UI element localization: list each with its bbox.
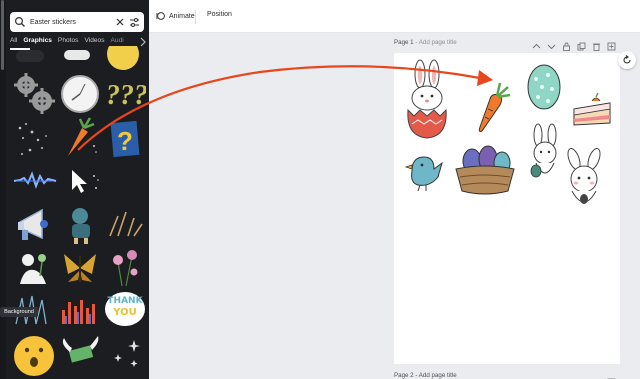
refresh-icon: [623, 55, 631, 64]
page-2-lock-icon[interactable]: [562, 372, 571, 379]
sticker-partial-white[interactable]: [58, 50, 96, 66]
sticker-sparkle-dots-icon[interactable]: [12, 118, 56, 162]
sticker-flying-money-icon[interactable]: [58, 334, 102, 374]
thank-you-line1: THANK: [107, 296, 143, 306]
carrot-sticker[interactable]: [474, 79, 514, 135]
sticker-equalizer-icon[interactable]: [58, 292, 102, 328]
sticker-sound-wave-icon[interactable]: [12, 164, 58, 198]
page-1-canvas[interactable]: [394, 53, 620, 364]
sticker-pink-flowers-icon[interactable]: [104, 246, 146, 290]
sticker-surprised-emoji-icon[interactable]: [12, 332, 56, 379]
sticker-question-card-icon[interactable]: ?: [106, 118, 144, 160]
sticker-gears-icon[interactable]: [12, 72, 56, 116]
page-1-title-input[interactable]: Add page title: [419, 39, 457, 46]
tab-videos[interactable]: Videos: [84, 37, 104, 49]
editor-window: Easter stickers All Graphics Photos Vide…: [0, 0, 640, 379]
sticker-moon-icon[interactable]: [104, 46, 142, 72]
page-1-tools: [532, 38, 616, 51]
sticker-carrot-icon[interactable]: [60, 116, 100, 160]
sticker-thank-you[interactable]: THANK YOU: [104, 290, 146, 328]
filter-icon[interactable]: [129, 17, 140, 28]
move-down-icon[interactable]: [547, 38, 556, 50]
sticker-partial-dark[interactable]: [12, 50, 50, 66]
page-2-move-up-icon[interactable]: [532, 372, 541, 379]
page-2-delete-icon[interactable]: [592, 372, 601, 379]
page-2-title: Page 2: [394, 372, 414, 379]
position-label: Position: [207, 11, 232, 18]
search-icon: [14, 16, 25, 27]
position-button[interactable]: Position: [207, 11, 232, 18]
sticker-megaphone-icon[interactable]: [12, 202, 56, 246]
sticker-character-icon[interactable]: [60, 202, 102, 246]
sticker-stars-icon[interactable]: [104, 334, 146, 374]
cake-slice-sticker[interactable]: [570, 93, 614, 129]
page-2-duplicate-icon[interactable]: [577, 372, 586, 379]
page-2-title-input[interactable]: Add page title: [419, 372, 457, 379]
svg-text:?: ?: [117, 126, 133, 156]
toolbar-divider: [195, 10, 196, 24]
tab-photos[interactable]: Photos: [58, 37, 79, 49]
duplicate-page-icon[interactable]: [577, 38, 586, 51]
patterned-egg-sticker[interactable]: [526, 61, 562, 111]
animate-button[interactable]: Animate: [155, 11, 195, 21]
search-box[interactable]: Easter stickers: [10, 12, 144, 32]
easter-basket-sticker[interactable]: [452, 141, 518, 197]
bunny-sticker[interactable]: [560, 147, 608, 213]
sticker-question-marks-icon[interactable]: ???: [104, 76, 146, 112]
sticker-flower-girl-icon[interactable]: [12, 246, 56, 290]
background-tooltip: Background: [0, 307, 38, 317]
delete-page-icon[interactable]: [592, 38, 601, 51]
clear-search-icon[interactable]: [115, 17, 125, 27]
move-up-icon[interactable]: [532, 38, 541, 49]
bluebird-sticker[interactable]: [404, 151, 444, 191]
page-1-title: Page 1: [394, 39, 414, 46]
sticker-brushstrokes-icon[interactable]: [104, 202, 146, 246]
bunny-in-egg-sticker[interactable]: [402, 58, 450, 140]
animate-label: Animate: [169, 12, 195, 20]
elements-panel: Easter stickers All Graphics Photos Vide…: [6, 0, 149, 379]
lock-icon[interactable]: [562, 38, 571, 51]
bunny-holding-egg-sticker[interactable]: [526, 123, 564, 185]
scrollbar-thumb[interactable]: [1, 0, 4, 70]
sticker-butterfly-icon[interactable]: [58, 246, 102, 290]
sticker-cursor-icon[interactable]: [66, 166, 106, 194]
search-input[interactable]: Easter stickers: [30, 19, 115, 26]
sticker-clock-icon[interactable]: [58, 72, 102, 116]
page-1-header: Page 1 - Add page title: [394, 39, 457, 46]
add-page-icon[interactable]: [607, 38, 616, 51]
page-2-move-down-icon[interactable]: [547, 372, 556, 379]
page-2-tools: [532, 372, 616, 379]
editor-toolbar: Animate Position: [149, 0, 640, 33]
thank-you-line2: YOU: [113, 307, 137, 318]
page-2-header: Page 2 - Add page title: [394, 372, 457, 379]
refresh-button[interactable]: [618, 51, 636, 69]
animate-icon: [156, 12, 165, 20]
page-2-add-icon[interactable]: [607, 372, 616, 379]
svg-text:???: ???: [106, 80, 146, 111]
